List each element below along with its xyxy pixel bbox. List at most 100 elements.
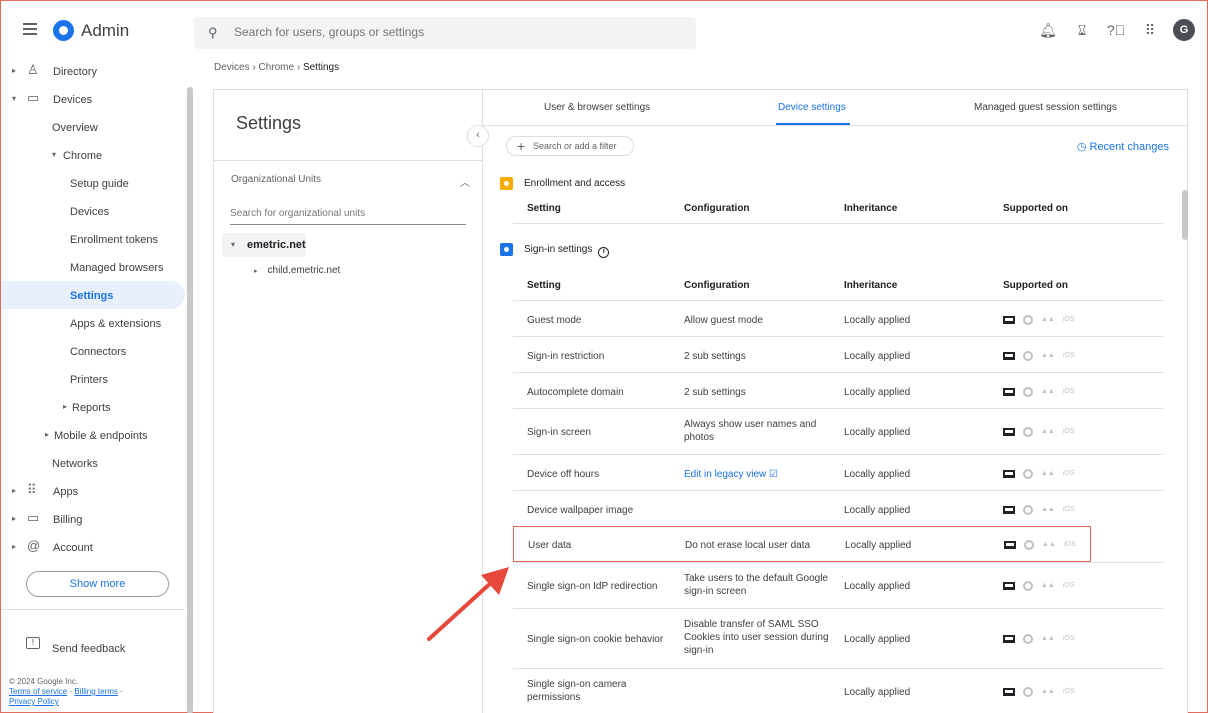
- apps-grid-icon[interactable]: ⠿: [1139, 22, 1161, 39]
- table-row[interactable]: Single sign-on cookie behavior Disable t…: [513, 608, 1163, 668]
- avatar[interactable]: G: [1173, 19, 1195, 41]
- sidebar-item-apps-extensions[interactable]: Apps & extensions: [1, 309, 185, 337]
- sidebar-item-overview[interactable]: Overview: [1, 113, 185, 141]
- ios-label: iOS: [1062, 688, 1075, 695]
- ios-label: iOS: [1062, 582, 1075, 589]
- sidebar-item-printers[interactable]: Printers: [1, 365, 185, 393]
- divider: [513, 223, 1163, 224]
- laptop-icon: [1003, 687, 1015, 696]
- sidebar-item-label: Printers: [70, 374, 108, 386]
- sidebar-item-label: Account: [53, 542, 93, 554]
- tab-managed-guest-session[interactable]: Managed guest session settings: [974, 102, 1117, 113]
- chevron-right-icon: ▸: [12, 486, 17, 495]
- breadcrumb-devices[interactable]: Devices: [214, 62, 250, 73]
- panel-scrollbar[interactable]: [1182, 190, 1188, 240]
- sidebar-item-managed-browsers[interactable]: Managed browsers: [1, 253, 185, 281]
- table-row[interactable]: Single sign-on camera permissions Locall…: [513, 668, 1163, 713]
- android-icon: ▲▲: [1041, 316, 1055, 323]
- setting-name: Autocomplete domain: [527, 387, 624, 398]
- laptop-icon: [1004, 540, 1016, 549]
- sidebar-item-connectors[interactable]: Connectors: [1, 337, 185, 365]
- supported-platforms: ▲▲ iOS: [1003, 503, 1075, 516]
- chrome-icon: [1023, 468, 1033, 479]
- ios-label: iOS: [1062, 635, 1075, 642]
- tab-user-browser-settings[interactable]: User & browser settings: [544, 102, 650, 113]
- section-title-text: Sign-in settings: [524, 244, 593, 255]
- org-unit-child[interactable]: ▸ child.emetric.net: [254, 265, 340, 276]
- laptop-icon: [1003, 387, 1015, 396]
- table-row[interactable]: Guest mode Allow guest mode Locally appl…: [513, 300, 1163, 336]
- copyright: © 2024 Google Inc.: [9, 677, 79, 686]
- app-name[interactable]: Admin: [81, 21, 129, 41]
- table-row[interactable]: Device wallpaper image Locally applied ▲…: [513, 490, 1163, 526]
- org-units-heading: Organizational Units: [231, 174, 322, 185]
- sidebar-item-settings[interactable]: Settings: [1, 281, 185, 309]
- chevron-right-icon[interactable]: ▸: [254, 268, 258, 275]
- tasks-icon[interactable]: ⌛︎: [1071, 22, 1093, 39]
- section-title: Enrollment and access: [524, 178, 626, 189]
- recent-changes-link[interactable]: ◷ Recent changes: [1077, 140, 1169, 153]
- admin-logo: [53, 20, 74, 41]
- billing-terms-link[interactable]: Billing terms: [74, 687, 118, 696]
- chevron-up-icon[interactable]: ︿: [460, 174, 470, 189]
- supported-platforms: ▲▲ iOS: [1003, 685, 1075, 698]
- ios-label: iOS: [1062, 428, 1075, 435]
- edit-legacy-link[interactable]: Edit in legacy view ☑: [684, 468, 829, 481]
- column-header: Supported on: [1003, 280, 1068, 291]
- breadcrumb-chrome[interactable]: Chrome: [258, 62, 294, 73]
- collapse-panel-button[interactable]: ‹: [467, 125, 489, 147]
- table-row-highlighted[interactable]: User data Do not erase local user data L…: [513, 526, 1091, 562]
- sidebar-item-account[interactable]: ▸ @ Account: [1, 533, 185, 561]
- terms-link[interactable]: Terms of service: [9, 687, 67, 696]
- chevron-down-icon[interactable]: ▾: [231, 240, 235, 249]
- tab-device-settings[interactable]: Device settings: [778, 102, 846, 113]
- android-icon: ▲▲: [1041, 582, 1055, 589]
- sidebar-item-billing[interactable]: ▸ ▭ Billing: [1, 505, 185, 533]
- ios-label: iOS: [1062, 470, 1075, 477]
- show-more-button[interactable]: Show more: [26, 571, 169, 597]
- chrome-icon: [1023, 686, 1033, 697]
- privacy-link[interactable]: Privacy Policy: [9, 697, 59, 706]
- sidebar-item-directory[interactable]: ▸ ♙ Directory: [1, 57, 185, 85]
- sidebar-item-label: Connectors: [70, 346, 127, 358]
- sidebar-item-apps[interactable]: ▸ ⠿ Apps: [1, 477, 185, 505]
- sidebar-scrollbar[interactable]: [187, 87, 193, 713]
- table-row[interactable]: Sign-in screen Always show user names an…: [513, 408, 1163, 454]
- chrome-icon: [1023, 580, 1033, 591]
- main-menu-icon[interactable]: [23, 23, 37, 35]
- table-row[interactable]: Single sign-on IdP redirection Take user…: [513, 562, 1163, 608]
- search-input[interactable]: [234, 25, 674, 39]
- info-icon[interactable]: i: [598, 247, 610, 258]
- sidebar-item-reports[interactable]: ▸ Reports: [1, 393, 185, 421]
- android-icon: ▲▲: [1041, 470, 1055, 477]
- org-unit-search-input[interactable]: [230, 208, 466, 225]
- global-search[interactable]: ⚲: [194, 17, 696, 49]
- notifications-icon[interactable]: 🔔︎: [1037, 22, 1059, 39]
- laptop-icon: [1003, 581, 1015, 590]
- chevron-down-icon: ▾: [52, 150, 57, 159]
- setting-name: Single sign-on IdP redirection: [527, 581, 658, 592]
- table-row[interactable]: Device off hours Edit in legacy view ☑ L…: [513, 454, 1163, 490]
- sidebar-item-networks[interactable]: Networks: [1, 449, 185, 477]
- table-row[interactable]: Sign-in restriction 2 sub settings Local…: [513, 336, 1163, 372]
- edit-legacy-label[interactable]: Edit in legacy view ☑: [684, 469, 778, 480]
- sidebar-item-setup-guide[interactable]: Setup guide: [1, 169, 185, 197]
- add-filter-button[interactable]: + Search or add a filter: [506, 136, 634, 156]
- sidebar-item-label: Chrome: [63, 150, 103, 162]
- sidebar-item-chrome[interactable]: ▾ Chrome: [1, 141, 185, 169]
- sidebar-item-chrome-devices[interactable]: Devices: [1, 197, 185, 225]
- help-icon[interactable]: ?⃝: [1105, 22, 1127, 38]
- setting-name: User data: [528, 540, 572, 551]
- table-row[interactable]: Autocomplete domain 2 sub settings Local…: [513, 372, 1163, 408]
- column-header: Configuration: [684, 203, 750, 214]
- person-icon: ♙: [27, 62, 39, 77]
- laptop-icon: [1003, 315, 1015, 324]
- sidebar-item-label: Enrollment tokens: [70, 234, 159, 246]
- setting-inheritance: Locally applied: [844, 634, 911, 645]
- top-icons: 🔔︎ ⌛︎ ?⃝ ⠿ G: [1025, 19, 1195, 41]
- sidebar-item-devices[interactable]: ▾ ▭ Devices: [1, 85, 185, 113]
- filter-label: Search or add a filter: [533, 141, 617, 151]
- org-unit-root[interactable]: ▾ emetric.net: [222, 233, 306, 257]
- sidebar-item-mobile-endpoints[interactable]: ▸ Mobile & endpoints: [1, 421, 185, 449]
- sidebar-item-enrollment-tokens[interactable]: Enrollment tokens: [1, 225, 185, 253]
